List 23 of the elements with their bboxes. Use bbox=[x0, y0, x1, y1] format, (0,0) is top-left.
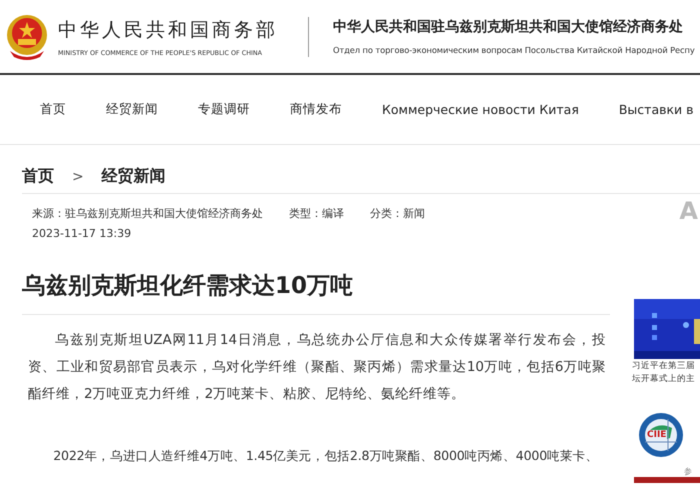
office-subtitle: Отдел по торгово-экономическим вопросам Посольства Китайской Народной Респу bbox=[333, 45, 696, 55]
breadcrumb-link[interactable]: 经贸新闻 bbox=[102, 166, 166, 187]
breadcrumb-separator: > bbox=[72, 168, 84, 184]
office-title: 中华人民共和国驻乌兹别克斯坦共和国大使馆经济商务处 bbox=[333, 18, 684, 36]
nav-link[interactable]: 商情发布 bbox=[290, 101, 342, 118]
category-label: 分类：新闻 bbox=[370, 206, 425, 221]
nav-link[interactable]: 经贸新闻 bbox=[106, 101, 158, 118]
edge-letter: A bbox=[679, 196, 698, 226]
nav-link[interactable]: Коммерческие новости Китая bbox=[382, 102, 579, 117]
source-label: 来源：驻乌兹别克斯坦共和国大使馆经济商务处 bbox=[32, 206, 263, 221]
nav-link[interactable]: 专题调研 bbox=[198, 101, 250, 118]
nav-link[interactable]: Выставки в bbox=[618, 102, 694, 117]
logo-note: 参 bbox=[684, 466, 692, 477]
image-caption: 习近平在第三届 坛开幕式上的主 bbox=[632, 360, 695, 386]
breadcrumb-link[interactable]: 首页 bbox=[22, 166, 54, 187]
article-title: 乌兹别克斯坦化纤需求达10万吨 bbox=[22, 270, 610, 315]
nav-link[interactable]: 首页 bbox=[40, 101, 66, 118]
publish-date: 2023-11-17 13:39 bbox=[32, 227, 132, 240]
article-paragraph: 2022年，乌进口人造纤维4万吨、1.45亿美元，包括2.8万吨聚酯、8000吨丙烯、4000吨莱卡、 bbox=[52, 447, 600, 465]
ministry-name: 中华人民共和国商务部 bbox=[58, 18, 278, 42]
type-label: 类型：编译 bbox=[289, 206, 344, 221]
logo-text: CIIE bbox=[646, 430, 668, 441]
article-paragraph: 乌兹别克斯坦UZA网11月14日消息，乌总统办公厅信息和大众传媒署举行发布会，投资、工业和贸易部官员表示，乌对化学纤维（聚酯、聚丙烯）需求量达10万吨，包括6万吨聚酯纤维，2万吨亚克力纤维，2万吨莱卡、粘胶、尼特纶、氨纶纤维等。 bbox=[28, 331, 606, 404]
